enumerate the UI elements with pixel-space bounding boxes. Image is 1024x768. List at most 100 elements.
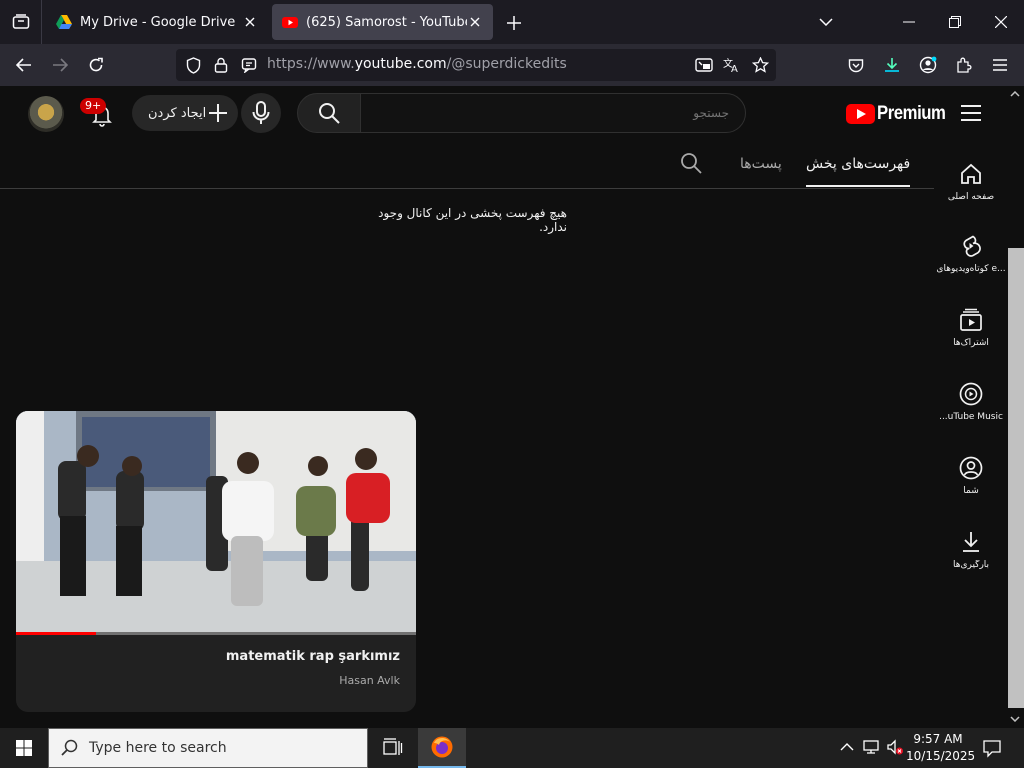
guide-item-youtube-music[interactable]: ...uTube Music bbox=[934, 382, 1008, 422]
back-button[interactable] bbox=[9, 51, 39, 79]
app-menu-button[interactable] bbox=[985, 51, 1015, 79]
youtube-music-icon bbox=[959, 382, 983, 406]
search-button[interactable] bbox=[297, 93, 361, 133]
back-arrow-icon bbox=[16, 58, 31, 72]
tab-list-icon bbox=[12, 14, 29, 29]
pocket-icon bbox=[848, 58, 864, 72]
you-icon bbox=[959, 456, 983, 480]
new-tab-button[interactable] bbox=[503, 12, 525, 34]
guide-item-label: صفحه اصلی bbox=[947, 192, 995, 202]
youtube-premium-logo[interactable]: Premium bbox=[846, 103, 955, 125]
picture-in-picture-icon[interactable] bbox=[694, 55, 714, 75]
guide-item-downloads[interactable]: بارگیری‌ها bbox=[934, 530, 1008, 570]
guide-item-you[interactable]: شما bbox=[934, 456, 1008, 496]
empty-playlists-message: هیچ فهرست پخشی در این کانال وجود ندارد. bbox=[378, 206, 567, 234]
download-arrow-icon bbox=[885, 58, 899, 72]
search-icon bbox=[681, 153, 702, 174]
account-icon bbox=[919, 56, 937, 74]
close-tab-button[interactable] bbox=[467, 14, 483, 30]
minimize-icon bbox=[903, 21, 915, 23]
playback-progress-fill bbox=[16, 632, 96, 635]
url-bar[interactable]: https://www.youtube.com/@superdickedits … bbox=[176, 49, 776, 81]
restore-icon bbox=[949, 16, 961, 28]
chevron-up-icon bbox=[840, 743, 854, 751]
voice-search-button[interactable] bbox=[241, 93, 281, 133]
google-drive-icon bbox=[56, 15, 72, 29]
chevron-down-icon bbox=[819, 18, 833, 26]
tab-playlists[interactable]: فهرست‌های پخش bbox=[806, 156, 911, 187]
guide-item-subscriptions[interactable]: اشتراک‌ها bbox=[934, 308, 1008, 348]
extensions-button[interactable] bbox=[949, 51, 979, 79]
home-icon bbox=[961, 163, 981, 184]
guide-item-label: بارگیری‌ها bbox=[952, 560, 990, 570]
windows-taskbar: Type here to search 9:57 AM 10/15/2025 bbox=[0, 728, 1024, 768]
task-view-button[interactable] bbox=[380, 736, 404, 760]
guide-menu-button[interactable] bbox=[960, 104, 982, 122]
create-button[interactable]: ایجاد کردن bbox=[132, 95, 238, 131]
restore-button[interactable] bbox=[932, 0, 978, 44]
guide-item-label: شما bbox=[963, 486, 979, 496]
forward-button[interactable] bbox=[45, 51, 75, 79]
guide-item-label: ...uTube Music bbox=[939, 412, 1003, 422]
shield-icon[interactable] bbox=[183, 55, 203, 75]
permissions-icon[interactable] bbox=[239, 55, 259, 75]
tab-posts[interactable]: پست‌ها bbox=[740, 156, 782, 172]
plus-icon bbox=[209, 104, 227, 122]
avatar[interactable] bbox=[28, 96, 64, 132]
guide-item-shorts[interactable]: کوتاه‌ویدیوهای e... bbox=[934, 234, 1008, 274]
taskbar-search-box[interactable]: Type here to search bbox=[48, 728, 368, 768]
url-domain: youtube.com bbox=[354, 56, 447, 72]
video-author[interactable]: Hasan Avlk bbox=[339, 674, 400, 687]
reload-button[interactable] bbox=[81, 51, 111, 79]
scroll-down-button[interactable] bbox=[1009, 713, 1021, 725]
notification-icon bbox=[983, 740, 1001, 758]
microphone-icon bbox=[252, 101, 270, 124]
taskbar-clock[interactable]: 9:57 AM 10/15/2025 bbox=[906, 731, 975, 765]
notification-count-badge: 9+ bbox=[80, 98, 107, 114]
youtube-icon bbox=[282, 17, 298, 28]
miniplayer[interactable]: matematik rap şarkımız Hasan Avlk bbox=[16, 411, 416, 712]
guide-item-home[interactable]: صفحه اصلی bbox=[934, 162, 1008, 202]
search-icon bbox=[61, 739, 78, 756]
video-title[interactable]: matematik rap şarkımız bbox=[226, 649, 400, 664]
shorts-icon bbox=[963, 235, 981, 257]
firefox-taskbar-button[interactable] bbox=[418, 728, 466, 768]
tab-list-button[interactable] bbox=[0, 0, 42, 44]
youtube-play-icon bbox=[846, 104, 875, 124]
action-center-button[interactable] bbox=[982, 738, 1002, 758]
chevron-down-icon bbox=[1010, 716, 1020, 722]
video-frame[interactable] bbox=[16, 411, 416, 635]
create-label: ایجاد کردن bbox=[148, 105, 207, 121]
puzzle-icon bbox=[957, 57, 972, 73]
tab-title: My Drive - Google Drive bbox=[80, 14, 236, 30]
channel-tabs: فهرست‌های پخش پست‌ها bbox=[0, 142, 934, 189]
bookmark-star-icon[interactable] bbox=[750, 55, 770, 75]
tab-google-drive[interactable]: My Drive - Google Drive bbox=[46, 4, 268, 40]
url-prefix: https://www. bbox=[267, 56, 355, 72]
clock-time: 9:57 AM bbox=[913, 732, 963, 746]
lock-icon[interactable] bbox=[211, 55, 231, 75]
search-icon bbox=[319, 103, 340, 124]
scrollbar-thumb[interactable] bbox=[1008, 248, 1024, 708]
search-input[interactable] bbox=[360, 93, 746, 133]
windows-logo-icon bbox=[16, 740, 32, 756]
svg-text:A: A bbox=[731, 64, 738, 73]
pocket-button[interactable] bbox=[841, 51, 871, 79]
downloads-button[interactable] bbox=[877, 51, 907, 79]
tab-youtube[interactable]: (625) Samorost - YouTube bbox=[272, 4, 493, 40]
hamburger-menu-icon bbox=[961, 105, 981, 121]
list-all-tabs-button[interactable] bbox=[803, 0, 849, 44]
tab-title: (625) Samorost - YouTube bbox=[306, 14, 467, 30]
start-button[interactable] bbox=[0, 728, 48, 768]
account-button[interactable] bbox=[913, 51, 943, 79]
volume-button[interactable] bbox=[886, 738, 904, 756]
show-hidden-icons-button[interactable] bbox=[838, 738, 856, 756]
forward-arrow-icon bbox=[53, 58, 68, 72]
minimize-button[interactable] bbox=[886, 0, 932, 44]
close-window-button[interactable] bbox=[978, 0, 1024, 44]
scroll-up-button[interactable] bbox=[1009, 88, 1021, 100]
network-button[interactable] bbox=[862, 738, 880, 756]
close-tab-button[interactable] bbox=[242, 14, 258, 30]
translate-icon[interactable]: 文A bbox=[722, 55, 742, 75]
channel-search-button[interactable] bbox=[680, 152, 702, 174]
